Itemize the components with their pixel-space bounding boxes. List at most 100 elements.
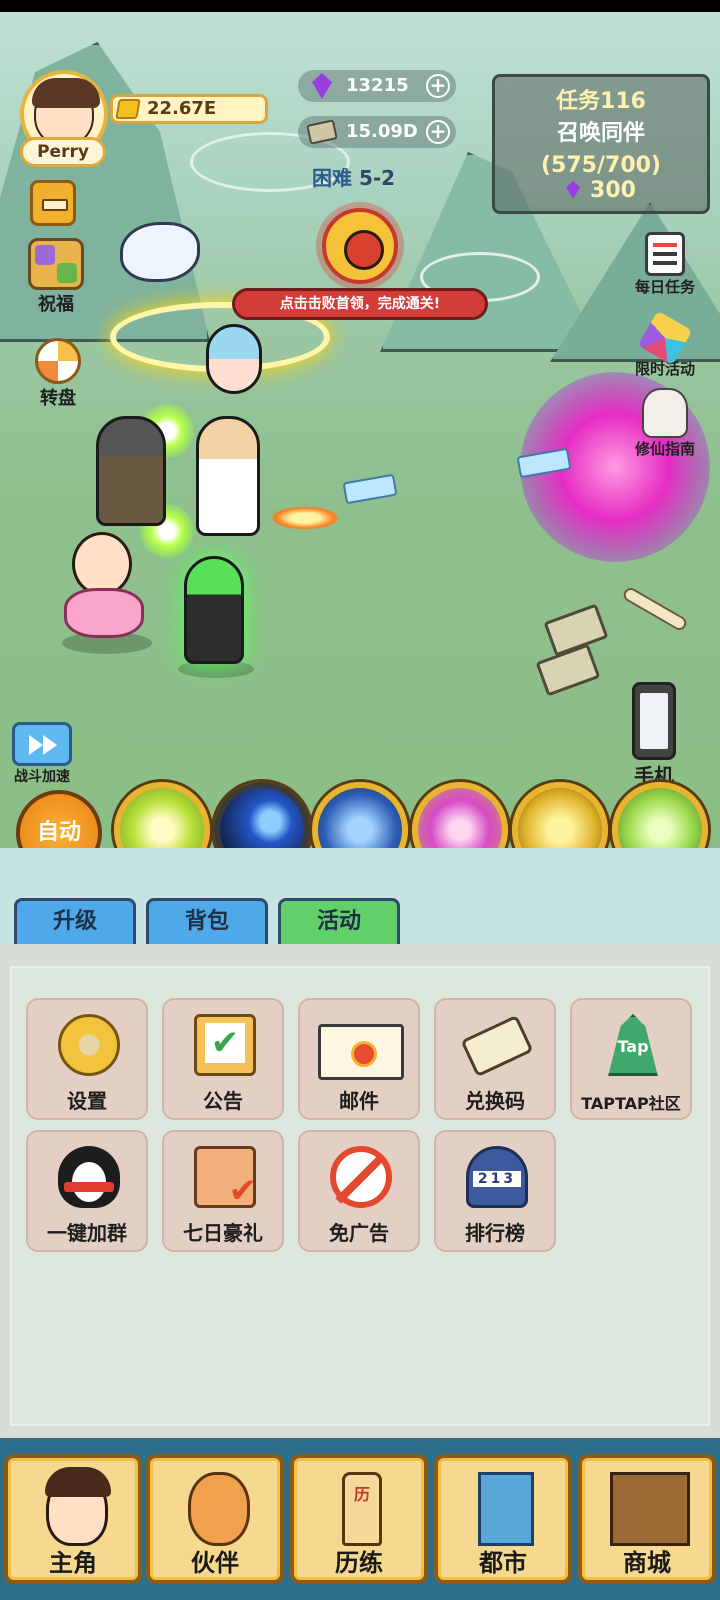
qq-penguin-icon xyxy=(58,1146,120,1208)
hero-icon xyxy=(45,1467,111,1546)
limited-event-button[interactable]: 限时活动 xyxy=(620,310,710,379)
nav-training[interactable]: 历 历练 xyxy=(290,1454,428,1584)
bless-button[interactable]: 祝福 xyxy=(26,238,86,316)
tab-upgrade[interactable]: 升级 xyxy=(14,898,136,944)
redeem-code-button[interactable]: 兑换码 xyxy=(434,998,556,1120)
task-title: 任务116 xyxy=(556,89,646,114)
bone-drop xyxy=(621,585,689,633)
gem-icon xyxy=(566,181,581,199)
battle-speed-button[interactable]: 战斗加速 xyxy=(12,722,72,786)
announcement-button[interactable]: 公告 xyxy=(162,998,284,1120)
nav-city[interactable]: 都市 xyxy=(434,1454,572,1584)
envelope-icon xyxy=(318,1024,404,1080)
add-cash-button[interactable]: + xyxy=(426,120,450,144)
tab-backpack[interactable]: 背包 xyxy=(146,898,268,944)
nav-partner-label: 伙伴 xyxy=(191,1549,239,1577)
activity-grid: 设置 公告 邮件 兑换码 Tap TAPTAP社区 一键加群 七日豪礼 免广告 xyxy=(10,966,710,1426)
clipboard-icon xyxy=(194,1014,256,1076)
bottom-navigation: 主角 伙伴 历 历练 都市 商城 xyxy=(0,1438,720,1600)
add-gems-button[interactable]: + xyxy=(426,74,450,98)
leaderboard-button[interactable]: 排行榜 xyxy=(434,1130,556,1252)
stage-label: 困难 5-2 xyxy=(312,162,395,191)
nav-shop-label: 商城 xyxy=(623,1549,671,1577)
cat-icon xyxy=(188,1472,250,1546)
wheel-icon xyxy=(35,338,81,384)
collapse-button[interactable] xyxy=(30,180,76,226)
immortal-guide-icon xyxy=(642,388,688,438)
daily-task-label: 每日任务 xyxy=(634,278,695,296)
fast-forward-icon xyxy=(12,722,72,766)
podium-icon xyxy=(466,1146,528,1208)
daily-list-icon xyxy=(645,232,685,276)
bless-label: 祝福 xyxy=(38,294,74,315)
monk-character xyxy=(72,532,132,596)
nav-training-label: 历练 xyxy=(335,1549,383,1577)
daily-task-button[interactable]: 每日任务 xyxy=(620,232,710,297)
nav-hero[interactable]: 主角 xyxy=(4,1454,142,1584)
lotus-seat xyxy=(64,588,144,638)
player-name: Perry xyxy=(20,137,106,167)
status-bar xyxy=(0,0,720,12)
boss-tip-banner: 点击击败首领，完成通关! xyxy=(232,288,488,320)
task-reward: 300 xyxy=(495,178,707,203)
no-ads-label: 免广告 xyxy=(329,1221,389,1245)
battle-scene[interactable]: Perry 22.67E 13215 + 15.09D + 困难 5-2 任务1… xyxy=(0,12,720,848)
tab-activity[interactable]: 活动 xyxy=(278,898,400,944)
gem-icon xyxy=(312,73,332,99)
wheel-label: 转盘 xyxy=(40,388,76,409)
wheel-button[interactable]: 转盘 xyxy=(30,338,86,410)
boss-challenge-button[interactable] xyxy=(322,208,398,284)
nav-city-label: 都市 xyxy=(479,1549,527,1577)
cash-counter: 15.09D + xyxy=(298,116,456,148)
seven-day-gift-button[interactable]: 七日豪礼 xyxy=(162,1130,284,1252)
nav-shop[interactable]: 商城 xyxy=(578,1454,716,1584)
no-ads-button[interactable]: 免广告 xyxy=(298,1130,420,1252)
nav-hero-label: 主角 xyxy=(49,1549,97,1577)
cash-value: 15.09D xyxy=(346,121,418,142)
battle-speed-label: 战斗加速 xyxy=(14,769,70,785)
white-shirt-character xyxy=(196,416,260,536)
gem-counter: 13215 + xyxy=(298,70,456,102)
gem-value: 13215 xyxy=(346,75,409,96)
green-hair-hero-character xyxy=(184,556,244,664)
settings-button[interactable]: 设置 xyxy=(26,998,148,1120)
bless-icon xyxy=(28,238,84,290)
shop-stall-icon xyxy=(610,1472,690,1546)
join-group-label: 一键加群 xyxy=(47,1221,127,1245)
nav-partner[interactable]: 伙伴 xyxy=(146,1454,284,1584)
announcement-label: 公告 xyxy=(203,1089,243,1113)
cash-icon xyxy=(306,119,338,145)
guide-label: 修仙指南 xyxy=(634,440,695,458)
gold-value: 22.67E xyxy=(147,98,217,119)
ticket-icon xyxy=(460,1014,534,1078)
tab-bar: 升级 背包 活动 xyxy=(0,848,720,944)
phone-icon xyxy=(632,682,676,760)
white-bird-character xyxy=(120,222,200,282)
leaderboard-label: 排行榜 xyxy=(465,1221,525,1245)
taptap-community-button[interactable]: Tap TAPTAP社区 xyxy=(570,998,692,1120)
city-icon xyxy=(478,1472,534,1546)
join-group-button[interactable]: 一键加群 xyxy=(26,1130,148,1252)
gold-counter: 22.67E xyxy=(110,94,268,124)
gold-ingot-icon xyxy=(115,99,141,119)
taptap-icon: Tap xyxy=(608,1014,658,1076)
redeem-code-label: 兑换码 xyxy=(465,1089,525,1113)
seven-day-gift-label: 七日豪礼 xyxy=(183,1221,263,1245)
task-reward-value: 300 xyxy=(590,178,636,203)
no-ads-icon xyxy=(330,1146,392,1208)
task-panel[interactable]: 任务116 召唤同伴 (575/700) 300 xyxy=(492,74,710,214)
blue-hair-girl-character xyxy=(206,324,262,394)
mail-button[interactable]: 邮件 xyxy=(298,998,420,1120)
taptap-community-label: TAPTAP社区 xyxy=(581,1094,681,1113)
task-progress: (575/700) xyxy=(541,153,661,178)
phone-button[interactable]: 手机 xyxy=(614,682,694,789)
cash-drop xyxy=(535,643,601,697)
training-sign-icon: 历 xyxy=(342,1472,382,1546)
guide-button[interactable]: 修仙指南 xyxy=(620,388,710,459)
fireball-effect xyxy=(270,506,340,530)
activity-panel: 设置 公告 邮件 兑换码 Tap TAPTAP社区 一键加群 七日豪礼 免广告 xyxy=(0,944,720,1438)
mail-label: 邮件 xyxy=(339,1089,379,1113)
gear-icon xyxy=(58,1014,120,1076)
stage-difficulty: 困难 xyxy=(312,166,352,190)
stage-level: 5-2 xyxy=(358,166,396,190)
